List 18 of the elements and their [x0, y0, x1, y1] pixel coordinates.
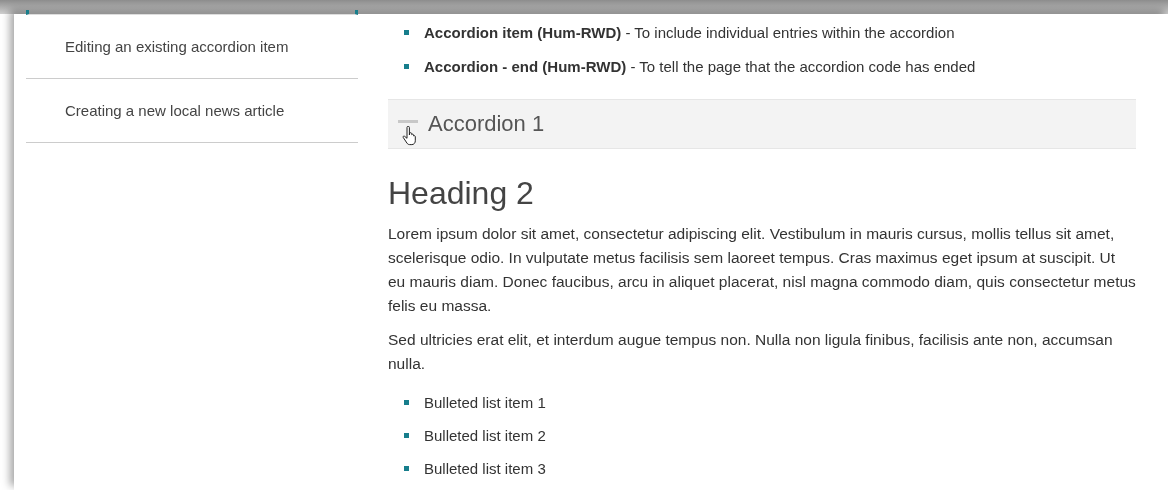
sidebar-item[interactable]: Editing an existing accordion item — [26, 15, 358, 79]
bullet-icon — [404, 466, 409, 471]
section-heading: Heading 2 — [388, 175, 535, 212]
bullet-icon — [404, 29, 409, 35]
list-item-text: Bulleted list item 3 — [424, 460, 546, 477]
list-item-text: Accordion - end (Hum-RWD) - To tell the page that the accordion code has ended — [424, 57, 976, 75]
list-item-text: Accordion item (Hum-RWD) - To include individual entries within the accordion — [424, 23, 955, 41]
sidebar-item[interactable]: Creating a new local news article — [26, 79, 358, 143]
body-paragraph: Lorem ipsum dolor sit amet, consectetur adipiscing elit. Vestibulum in mauris cursus, mollis tellus sit amet, scelerisque odio. In vulputate metus facilisis sem laoreet tempus. Cras maximus eget ipsum at suscipit. Ut eu mauris diam. Donec faucibus, arcu in aliquet placerat, nisl magna commodo diam, quis consectetur metus felis eu massa. — [388, 224, 1136, 316]
list-item-text: Bulleted list item 1 — [424, 394, 546, 411]
minus-icon — [398, 119, 418, 123]
hand-cursor-icon — [402, 126, 418, 146]
bullet-icon — [404, 433, 409, 438]
bullet-icon — [404, 400, 409, 405]
accordion-header[interactable]: Accordion 1 — [388, 99, 1136, 149]
list-item-text: Bulleted list item 2 — [424, 427, 546, 444]
body-paragraph: Sed ultricies erat elit, et interdum augue tempus non. Nulla non ligula finibus, facilisis ante non, accumsan nulla. — [388, 330, 1114, 374]
bullet-icon — [404, 63, 409, 69]
